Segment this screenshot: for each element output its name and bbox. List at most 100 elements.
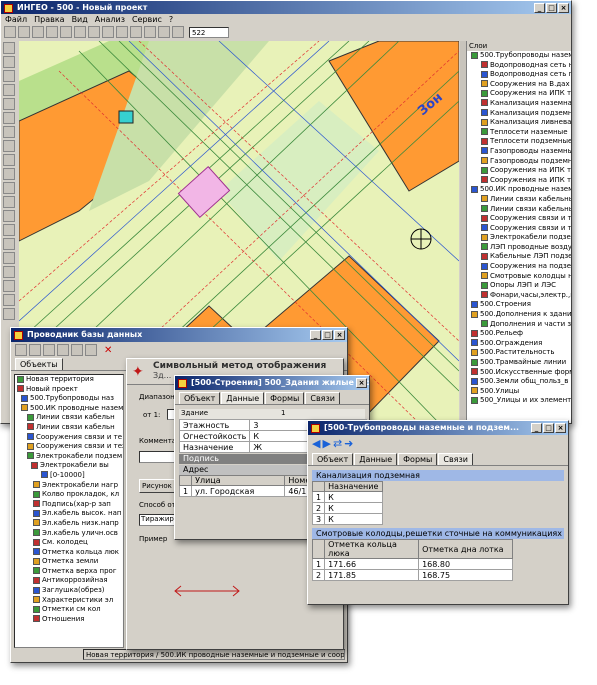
layer-item[interactable]: Водопроводная сеть наз <box>471 61 571 71</box>
sewer-purpose[interactable]: К <box>324 502 384 514</box>
tool-icon-5[interactable] <box>3 98 15 110</box>
db-tab-objects[interactable]: Объекты <box>15 358 63 370</box>
layer-item[interactable]: Сооружения на подземны <box>471 262 571 272</box>
symbol-method-select[interactable]: Тиражиро <box>139 514 179 526</box>
select-icon[interactable] <box>144 26 156 38</box>
pan-icon[interactable] <box>130 26 142 38</box>
db-tree-item[interactable]: Новая территория <box>17 375 123 385</box>
layer-item[interactable]: 500.Дополнения к зданиям, <box>471 310 571 320</box>
layer-item[interactable]: Фонари,часы,электр.,пр <box>471 291 571 301</box>
db-tree-item[interactable]: Отношения <box>17 615 123 625</box>
tool-icon-1[interactable] <box>3 42 15 54</box>
layer-item[interactable]: Водопроводная сеть под <box>471 70 571 80</box>
layer-item[interactable]: 500.ИК проводные наземные <box>471 185 571 195</box>
tool-icon-17[interactable] <box>3 266 15 278</box>
tool-icon-20[interactable] <box>3 308 15 320</box>
db-props-icon[interactable] <box>43 344 55 356</box>
layer-item[interactable]: Сооружения на В.дах <box>471 80 571 90</box>
db-tree-item[interactable]: 500.Трубопроводы наз <box>17 394 123 404</box>
layer-item[interactable]: Канализация подземная <box>471 109 571 119</box>
db-delete-icon[interactable]: ✕ <box>104 345 112 356</box>
table-row[interactable]: 2 171.85 168.75 <box>311 569 514 581</box>
db-tree-item[interactable]: Электрокабели вы <box>17 461 123 471</box>
tool-icon-11[interactable] <box>3 182 15 194</box>
db-tree-item[interactable]: Подпись(хар-р зап <box>17 500 123 510</box>
forward-arrow-icon[interactable]: ▶ <box>322 437 330 450</box>
pipeline-tab-object[interactable]: Объект <box>312 453 354 465</box>
layer-item[interactable]: Опоры ЛЭП и ЛЭС <box>471 281 571 291</box>
tool-icon-15[interactable] <box>3 238 15 250</box>
layer-item[interactable]: Сооружения связи и техн <box>471 214 571 224</box>
building-tab-data[interactable]: Данные <box>221 392 265 404</box>
tool-icon-4[interactable] <box>3 84 15 96</box>
tool-icon-12[interactable] <box>3 196 15 208</box>
layer-item[interactable]: 500_Улицы и их элементы <box>471 396 571 406</box>
symbol-draw-button[interactable]: Рисунок <box>139 479 179 493</box>
undo-icon[interactable] <box>88 26 100 38</box>
layer-item[interactable]: Теплосети наземные <box>471 128 571 138</box>
layer-item[interactable]: 500.Растительность <box>471 348 571 358</box>
tool-icon-10[interactable] <box>3 168 15 180</box>
db-tree-item[interactable]: Новый проект <box>17 385 123 395</box>
tool-icon-7[interactable] <box>3 126 15 138</box>
building-tab-forms[interactable]: Формы <box>265 392 305 404</box>
db-tree-item[interactable]: Колво прокладок, кл <box>17 490 123 500</box>
maximize-button[interactable]: □ <box>546 3 557 13</box>
menu-edit[interactable]: Правка <box>34 14 64 25</box>
table-row[interactable]: 2К <box>311 502 384 514</box>
layer-item[interactable]: Сооружения связи и техн <box>471 224 571 234</box>
pipeline-close-button[interactable]: × <box>555 423 566 433</box>
layer-item[interactable]: Канализация ливневая <box>471 118 571 128</box>
layer-item[interactable]: 500.Искусственные формы р <box>471 368 571 378</box>
menu-view[interactable]: Вид <box>72 14 88 25</box>
wells-ring-value[interactable]: 171.66 <box>324 558 420 570</box>
layer-item[interactable]: Канализация наземная <box>471 99 571 109</box>
close-button[interactable]: × <box>558 3 569 13</box>
layer-item[interactable]: Линии связи кабельные <box>471 195 571 205</box>
menu-analysis[interactable]: Анализ <box>95 14 125 25</box>
tool-icon-16[interactable] <box>3 252 15 264</box>
layer-item[interactable]: Сооружения на ИПК труб <box>471 166 571 176</box>
tool-icon-6[interactable] <box>3 112 15 124</box>
db-copy-icon[interactable] <box>85 344 97 356</box>
layer-item[interactable]: ЛЭП проводные воздушные <box>471 243 571 253</box>
db-back-icon[interactable] <box>15 344 27 356</box>
layer-item[interactable]: 500.Земли общ_польз_в зас <box>471 377 571 387</box>
layer-item[interactable]: 500.Трубопроводы наземные <box>471 51 571 61</box>
print-icon[interactable] <box>32 26 44 38</box>
address-street[interactable]: ул. Городская <box>191 485 286 497</box>
tool-icon-3[interactable] <box>3 70 15 82</box>
db-tree-item[interactable]: Сооружения связи и тех <box>17 442 123 452</box>
db-tree-item[interactable]: Отметки см кол <box>17 605 123 615</box>
sewer-purpose[interactable]: К <box>324 491 384 503</box>
db-tree-item[interactable]: [0-10000] <box>17 471 123 481</box>
tool-icon-8[interactable] <box>3 140 15 152</box>
db-new-icon[interactable] <box>57 344 69 356</box>
db-edit-icon[interactable] <box>71 344 83 356</box>
layer-item[interactable]: Дополнения и части зда <box>471 320 571 330</box>
table-row[interactable]: 3К <box>311 513 384 525</box>
zoom-in-icon[interactable] <box>102 26 114 38</box>
layer-item[interactable]: 500.Трамвайные линии <box>471 358 571 368</box>
db-close-button[interactable]: × <box>334 330 345 340</box>
db-tree-item[interactable]: Сооружения связи и те <box>17 433 123 443</box>
symbol-comment-input[interactable] <box>139 451 179 463</box>
layer-item[interactable]: Теплосети подземные <box>471 137 571 147</box>
tool-icon-2[interactable] <box>3 56 15 68</box>
pipeline-minimize-button[interactable]: _ <box>531 423 542 433</box>
pipeline-maximize-button[interactable]: □ <box>543 423 554 433</box>
building-close-button[interactable]: × <box>356 378 367 388</box>
db-tree-item[interactable]: Электрокабели нагр <box>17 481 123 491</box>
table-row[interactable]: 1 171.66 168.80 <box>311 558 514 570</box>
layer-item[interactable]: 500.Ограждения <box>471 339 571 349</box>
menu-help[interactable]: ? <box>169 14 173 25</box>
tool-icon-14[interactable] <box>3 224 15 236</box>
db-tree-item[interactable]: Эл.кабель высок. нап <box>17 509 123 519</box>
db-minimize-button[interactable]: _ <box>310 330 321 340</box>
db-tree-item[interactable]: Отметка кольца люк <box>17 548 123 558</box>
layer-item[interactable]: Смотровые колодцы на к <box>471 272 571 282</box>
db-tree-item[interactable]: 500.ИК проводные наземные <box>17 404 123 414</box>
open-icon[interactable] <box>4 26 16 38</box>
wells-ring-value[interactable]: 171.85 <box>324 569 420 581</box>
wells-bottom-value[interactable]: 168.75 <box>418 569 514 581</box>
